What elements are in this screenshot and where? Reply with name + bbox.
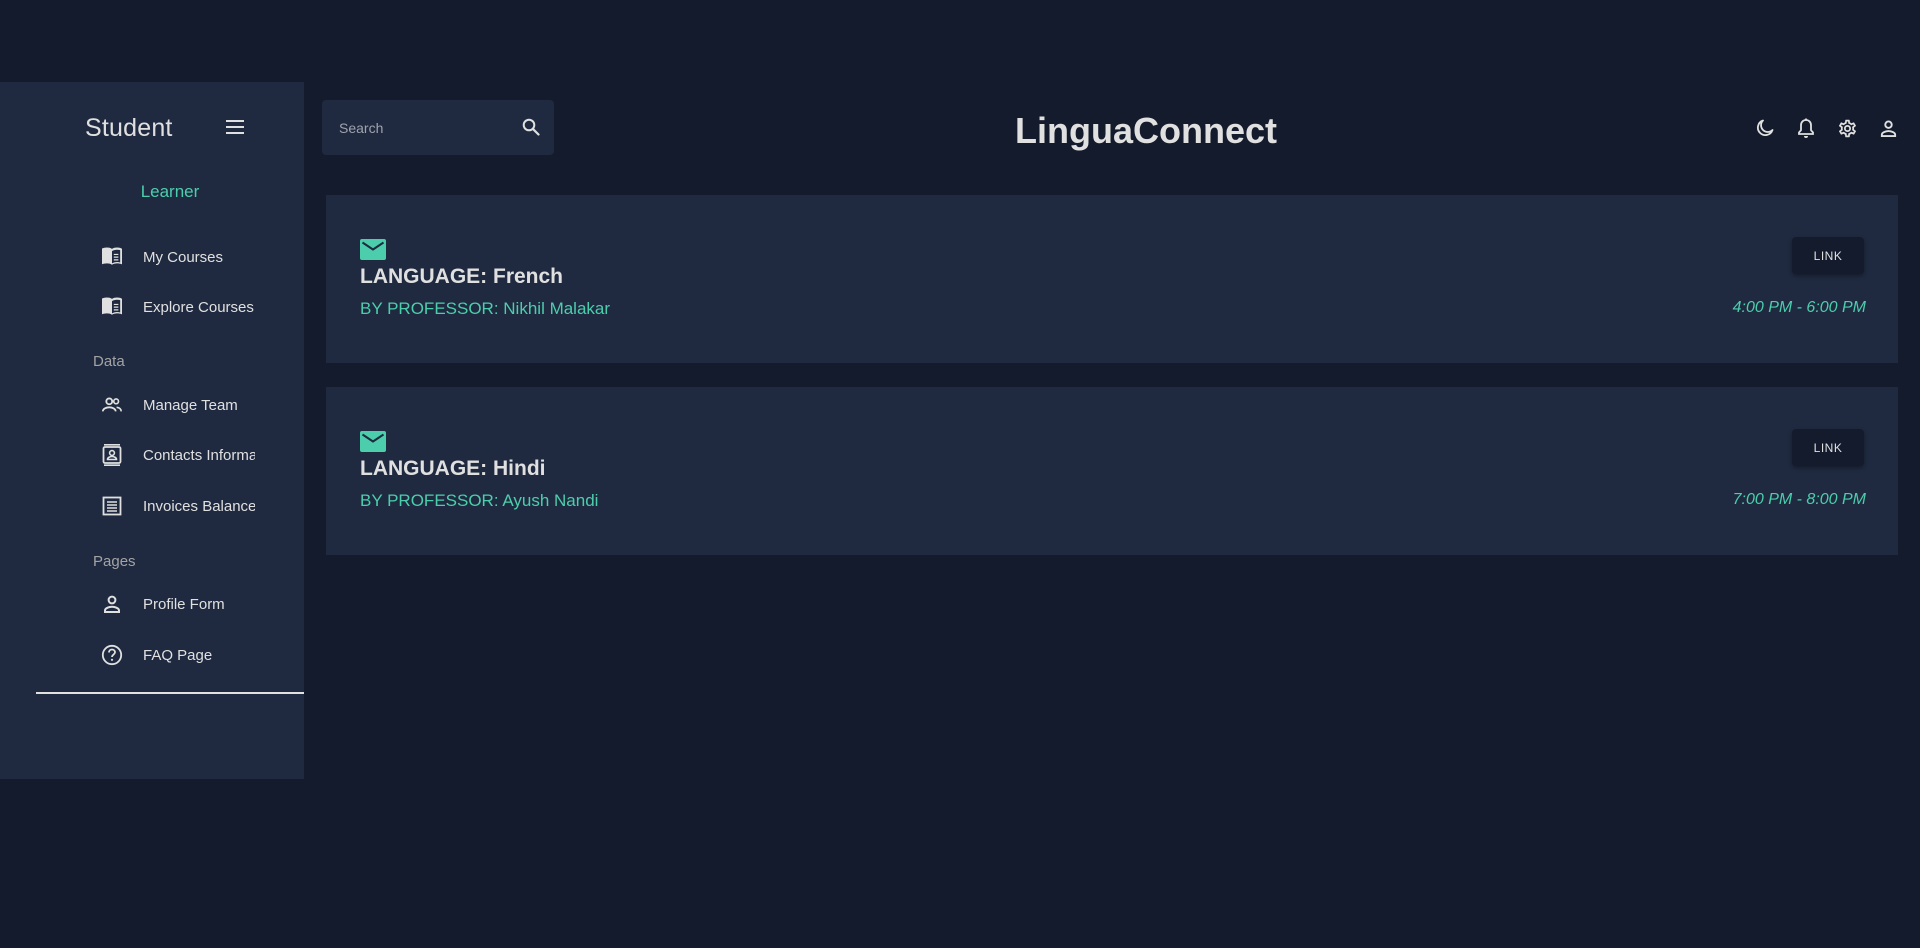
sidebar-item-manage-team[interactable]: Manage Team xyxy=(100,388,304,422)
menu-book-icon xyxy=(100,295,124,319)
person-icon xyxy=(1880,120,1896,137)
hamburger-menu-icon xyxy=(226,119,244,139)
course-language: LANGUAGE: Hindi xyxy=(360,457,546,480)
sidebar-item-faq-page[interactable]: FAQ Page xyxy=(100,638,304,672)
course-card: LANGUAGE: French BY PROFESSOR: Nikhil Ma… xyxy=(326,195,1898,363)
dark-mode-toggle[interactable] xyxy=(1751,114,1779,142)
sidebar-item-my-courses[interactable]: My Courses xyxy=(100,240,304,274)
search-bar xyxy=(322,100,554,155)
search-input[interactable] xyxy=(322,100,502,155)
help-circle-icon xyxy=(100,643,124,667)
email-icon xyxy=(360,431,388,455)
user-role: Learner xyxy=(140,182,200,201)
settings-button[interactable] xyxy=(1833,114,1861,142)
section-label-data: Data xyxy=(93,353,125,370)
sidebar-divider xyxy=(36,692,304,694)
settings-icon xyxy=(1838,119,1856,137)
sidebar-item-label: My Courses xyxy=(143,248,224,266)
sidebar-item-invoices-balances[interactable]: Invoices Balances xyxy=(100,489,304,523)
person-icon xyxy=(100,592,124,616)
sidebar-item-label: Manage Team xyxy=(143,396,238,414)
sidebar-title: Student xyxy=(85,114,173,142)
receipt-icon xyxy=(100,494,124,518)
top-toolbar xyxy=(1751,114,1902,142)
course-professor: BY PROFESSOR: Nikhil Malakar xyxy=(360,299,611,318)
course-language: LANGUAGE: French xyxy=(360,265,564,288)
sidebar-item-label: Contacts Information xyxy=(143,446,255,464)
course-link-button[interactable]: LINK xyxy=(1792,237,1864,274)
sidebar-item-contacts-information[interactable]: Contacts Information xyxy=(100,438,304,472)
profile-button[interactable] xyxy=(1874,114,1902,142)
menu-book-icon xyxy=(100,245,124,269)
sidebar-item-explore-courses[interactable]: Explore Courses xyxy=(100,290,304,324)
people-icon xyxy=(100,393,124,417)
dark-mode-icon xyxy=(1757,119,1774,136)
sidebar: Student Learner My Courses Explore Cours… xyxy=(0,82,304,779)
course-card: LANGUAGE: Hindi BY PROFESSOR: Ayush Nand… xyxy=(326,387,1898,555)
sidebar-item-label: Profile Form xyxy=(143,595,225,613)
contacts-icon xyxy=(100,443,124,467)
sidebar-item-label: FAQ Page xyxy=(143,646,213,664)
course-time: 4:00 PM - 6:00 PM xyxy=(1732,299,1866,316)
search-button[interactable] xyxy=(518,114,544,140)
sidebar-item-profile-form[interactable]: Profile Form xyxy=(100,587,304,621)
search-icon xyxy=(522,118,540,136)
course-professor: BY PROFESSOR: Ayush Nandi xyxy=(360,491,599,510)
notifications-icon xyxy=(1798,118,1814,138)
course-time: 7:00 PM - 8:00 PM xyxy=(1732,491,1866,508)
section-label-pages: Pages xyxy=(93,553,136,570)
menu-toggle-button[interactable] xyxy=(222,116,248,142)
course-link-button[interactable]: LINK xyxy=(1792,429,1864,466)
sidebar-item-label: Explore Courses xyxy=(143,298,254,316)
notifications-button[interactable] xyxy=(1792,114,1820,142)
email-icon xyxy=(360,239,388,263)
sidebar-item-label: Invoices Balances xyxy=(143,497,255,515)
